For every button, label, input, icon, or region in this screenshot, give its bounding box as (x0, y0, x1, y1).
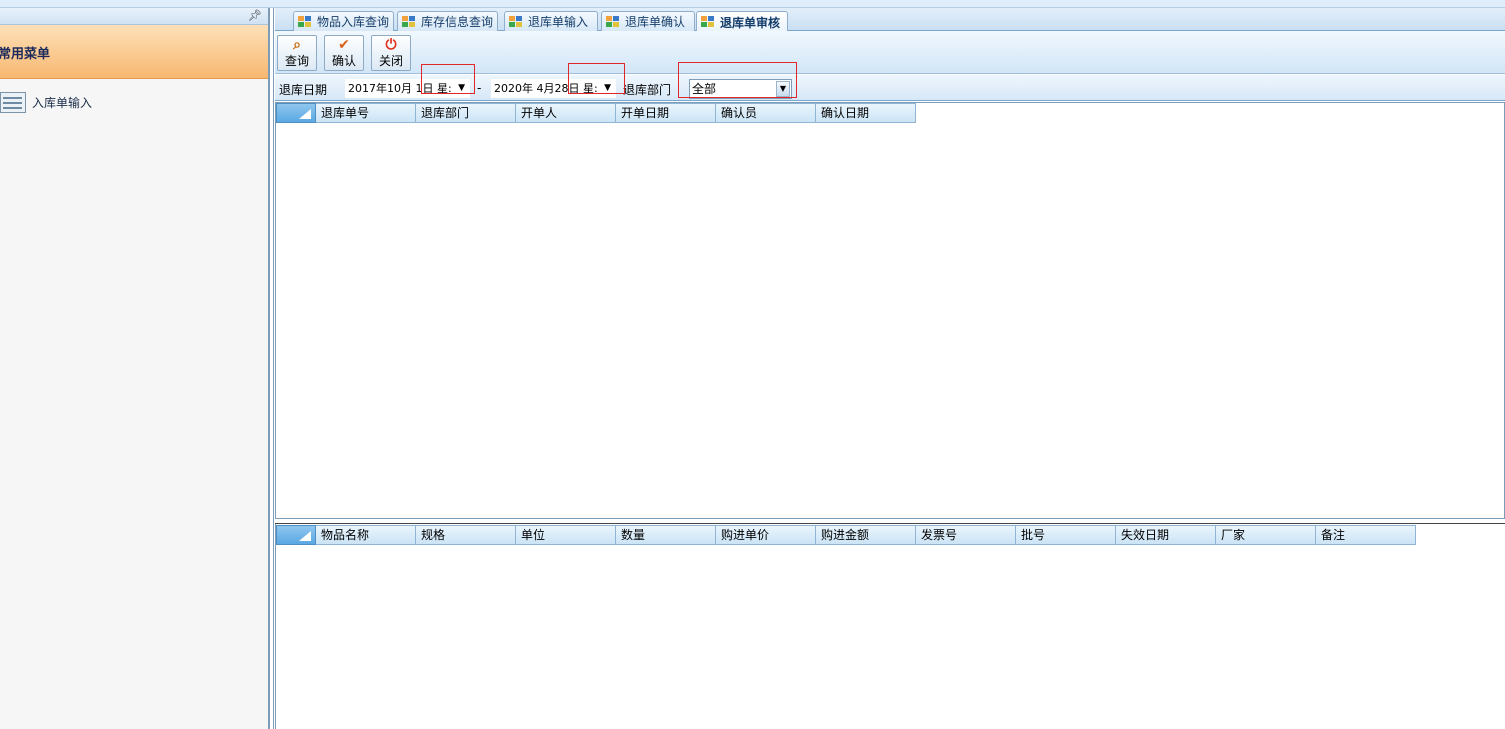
dropdown-arrow-icon[interactable]: ▼ (604, 80, 611, 97)
column-header[interactable]: 批号 (1016, 525, 1116, 545)
chevron-down-icon[interactable]: ▼ (776, 81, 790, 97)
list-icon (0, 90, 27, 114)
confirm-button-label: 确认 (331, 54, 356, 68)
tab-return-confirm[interactable]: 退库单确认 (601, 11, 695, 31)
date-label: 退库日期 (279, 83, 328, 97)
select-all-corner[interactable] (276, 103, 316, 123)
vertical-splitter[interactable] (270, 8, 274, 729)
menu-group-title: 常用菜单 (0, 47, 51, 62)
dept-label: 退库部门 (623, 83, 672, 97)
window-icon (509, 15, 523, 28)
column-header[interactable]: 规格 (416, 525, 516, 545)
window-icon (701, 16, 715, 28)
tab-label: 库存信息查询 (421, 15, 494, 29)
column-header[interactable]: 开单日期 (616, 103, 716, 123)
dept-select[interactable]: 全部 ▼ (689, 79, 792, 99)
start-date-picker[interactable]: 2017年10月 1日 星: ▼ (345, 79, 470, 98)
window-icon (298, 15, 312, 28)
column-header[interactable]: 购进金额 (816, 525, 916, 545)
confirm-button[interactable]: ✔ 确认 (324, 35, 364, 71)
close-button-label: 关闭 (378, 54, 403, 68)
power-icon: ⏻ (385, 37, 397, 53)
panel-titlebar: 📌︎ (0, 8, 268, 25)
dept-select-value: 全部 (692, 82, 717, 96)
start-date-value: 2017年10月 1日 星: (348, 82, 452, 95)
dropdown-arrow-icon[interactable]: ▼ (458, 80, 465, 97)
tab-label: 物品入库查询 (317, 15, 390, 29)
window-icon (402, 15, 416, 28)
column-header[interactable]: 单位 (516, 525, 616, 545)
column-header[interactable]: 发票号 (916, 525, 1016, 545)
column-header[interactable]: 失效日期 (1116, 525, 1216, 545)
detail-grid-header: 物品名称 规格 单位 数量 购进单价 购进金额 发票号 批号 失效日期 厂家 备… (276, 525, 1416, 545)
menubar-strip (0, 0, 1505, 8)
search-icon: ⌕ (293, 37, 301, 53)
date-separator: - (477, 81, 482, 95)
query-button[interactable]: ⌕ 查询 (277, 35, 317, 71)
master-grid-header: 退库单号 退库部门 开单人 开单日期 确认员 确认日期 (276, 103, 916, 123)
close-button[interactable]: ⏻ 关闭 (371, 35, 411, 71)
column-header[interactable]: 退库部门 (416, 103, 516, 123)
menu-group-header[interactable]: 常用菜单 (0, 25, 268, 79)
filter-bar: 退库日期 2017年10月 1日 星: ▼ - 2020年 4月28日 星: ▼… (275, 75, 1505, 101)
end-date-picker[interactable]: 2020年 4月28日 星: ▼ (491, 79, 616, 98)
column-header[interactable]: 购进单价 (716, 525, 816, 545)
master-grid[interactable]: 退库单号 退库部门 开单人 开单日期 确认员 确认日期 (275, 102, 1505, 519)
select-all-corner[interactable] (276, 525, 316, 545)
menu-item-label: 入库单输入 (32, 95, 93, 110)
tab-label: 退库单审核 (720, 15, 781, 30)
checkmark-icon: ✔ (338, 37, 350, 53)
tab-inventory-query[interactable]: 库存信息查询 (397, 11, 498, 31)
tab-label: 退库单输入 (528, 15, 589, 29)
tab-label: 退库单确认 (625, 15, 686, 29)
toolbar: ⌕ 查询 ✔ 确认 ⏻ 关闭 (275, 31, 1505, 74)
window-icon (606, 15, 620, 28)
column-header[interactable]: 备注 (1316, 525, 1416, 545)
tab-bar: 物品入库查询 库存信息查询 退库单输入 退库单确认 退库单审核 (275, 8, 1505, 32)
query-button-label: 查询 (284, 54, 309, 68)
left-menu-panel: 📌︎ 常用菜单 入库单输入 (0, 8, 270, 729)
pin-icon[interactable]: 📌︎ (248, 9, 262, 22)
column-header[interactable]: 厂家 (1216, 525, 1316, 545)
column-header[interactable]: 开单人 (516, 103, 616, 123)
detail-grid[interactable]: 物品名称 规格 单位 数量 购进单价 购进金额 发票号 批号 失效日期 厂家 备… (275, 524, 1505, 729)
tab-return-entry[interactable]: 退库单输入 (504, 11, 598, 31)
main-area: 物品入库查询 库存信息查询 退库单输入 退库单确认 退库单审核 ⌕ 查询 ✔ 确… (275, 8, 1505, 729)
tab-return-audit[interactable]: 退库单审核 (696, 11, 788, 32)
column-header[interactable]: 确认员 (716, 103, 816, 123)
menu-item-stock-in-entry[interactable]: 入库单输入 (0, 90, 92, 114)
column-header[interactable]: 退库单号 (316, 103, 416, 123)
column-header[interactable]: 确认日期 (816, 103, 916, 123)
tab-stock-in-query[interactable]: 物品入库查询 (293, 11, 394, 31)
column-header[interactable]: 数量 (616, 525, 716, 545)
column-header[interactable]: 物品名称 (316, 525, 416, 545)
end-date-value: 2020年 4月28日 星: (494, 82, 598, 95)
